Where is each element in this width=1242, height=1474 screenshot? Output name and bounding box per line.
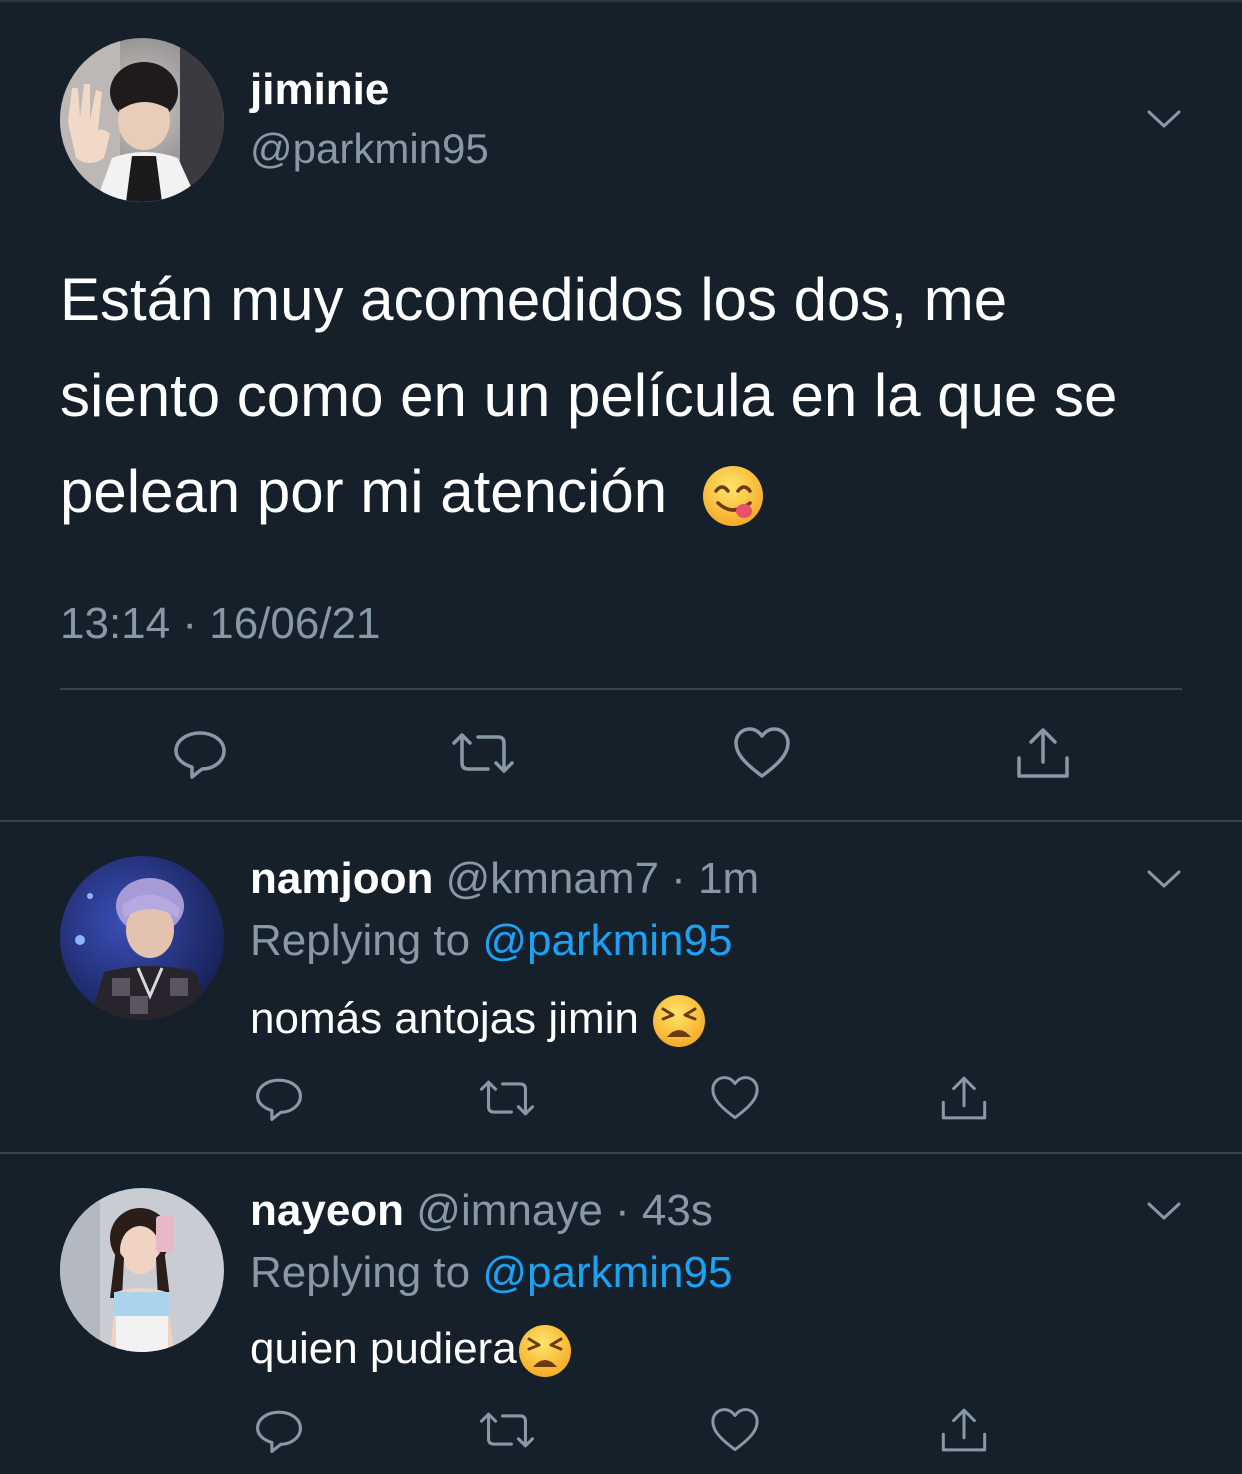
author-handle[interactable]: @parkmin95 xyxy=(250,124,489,174)
tweet-text-body: Están muy acomedidos los dos, me siento … xyxy=(60,266,1118,525)
reply-time[interactable]: 43s xyxy=(642,1186,713,1235)
reply-author-name[interactable]: nayeon xyxy=(250,1186,404,1235)
reply-header: namjoon @kmnam7 · 1m xyxy=(250,852,759,906)
reply-author-handle[interactable]: @imnaye xyxy=(416,1186,603,1235)
replying-to: Replying to @parkmin95 xyxy=(250,1246,732,1300)
divider xyxy=(0,1152,1242,1154)
reply-icon xyxy=(256,1410,302,1453)
like-button[interactable] xyxy=(708,1402,762,1458)
tweet-time: 13:14 xyxy=(60,599,171,648)
author-name[interactable]: jiminie xyxy=(250,64,389,116)
reply-time[interactable]: 1m xyxy=(698,854,759,903)
replying-to: Replying to @parkmin95 xyxy=(250,914,732,968)
mention-link[interactable]: @parkmin95 xyxy=(482,1248,732,1297)
mention-link[interactable]: @parkmin95 xyxy=(482,916,732,965)
main-tweet-avatar[interactable] xyxy=(60,38,224,202)
reply-text-body: nomás antojas jimin xyxy=(250,994,652,1043)
meta-separator: · xyxy=(170,599,210,648)
like-icon xyxy=(711,1076,759,1120)
chevron-down-icon[interactable] xyxy=(1146,108,1182,130)
reply-avatar[interactable] xyxy=(60,856,224,1020)
tweet-text: Están muy acomedidos los dos, me siento … xyxy=(60,252,1180,540)
share-button[interactable] xyxy=(1012,720,1074,786)
reply-actions xyxy=(0,1402,1242,1462)
retweet-button[interactable] xyxy=(450,720,516,786)
retweet-button[interactable] xyxy=(478,1402,536,1458)
retweet-icon xyxy=(452,733,514,773)
tired-face-emoji xyxy=(518,1325,571,1378)
share-icon xyxy=(941,1408,987,1452)
reply-author-handle[interactable]: @kmnam7 xyxy=(446,854,659,903)
top-border xyxy=(0,0,1242,2)
reply-button[interactable] xyxy=(252,1402,306,1458)
chevron-down-icon[interactable] xyxy=(1146,868,1182,890)
reply-actions xyxy=(0,1070,1242,1130)
tweet-timestamp[interactable]: 13:14 · 16/06/21 xyxy=(60,596,381,652)
face-savoring-food-emoji xyxy=(702,466,763,527)
reply-text: nomás antojas jimin xyxy=(250,990,707,1049)
dot-separator: · xyxy=(658,854,699,903)
reply-avatar[interactable] xyxy=(60,1188,224,1352)
reply-text-body: quien pudiera xyxy=(250,1324,517,1373)
share-button[interactable] xyxy=(936,1402,992,1458)
divider xyxy=(0,820,1242,822)
retweet-icon xyxy=(479,1412,535,1448)
reply-text: quien pudiera xyxy=(250,1320,573,1379)
like-button[interactable] xyxy=(732,720,792,786)
reply-header: nayeon @imnaye · 43s xyxy=(250,1184,713,1238)
divider xyxy=(60,688,1182,690)
like-icon xyxy=(711,1408,759,1452)
reply-button[interactable] xyxy=(170,720,230,786)
replying-to-label: Replying to xyxy=(250,1248,483,1297)
reply-icon xyxy=(256,1078,302,1121)
like-icon xyxy=(734,727,790,778)
retweet-icon xyxy=(479,1080,535,1116)
like-button[interactable] xyxy=(708,1070,762,1126)
reply-button[interactable] xyxy=(252,1070,306,1126)
reply-icon xyxy=(174,731,226,779)
share-icon xyxy=(941,1076,987,1120)
tweet-date: 16/06/21 xyxy=(209,599,381,648)
chevron-down-icon[interactable] xyxy=(1146,1200,1182,1222)
dot-separator: · xyxy=(602,1186,642,1235)
retweet-button[interactable] xyxy=(478,1070,536,1126)
tweet-actions xyxy=(0,720,1242,790)
share-icon xyxy=(1017,728,1069,778)
share-button[interactable] xyxy=(936,1070,992,1126)
tired-face-emoji xyxy=(653,995,706,1048)
replying-to-label: Replying to xyxy=(250,916,483,965)
reply-author-name[interactable]: namjoon xyxy=(250,854,433,903)
